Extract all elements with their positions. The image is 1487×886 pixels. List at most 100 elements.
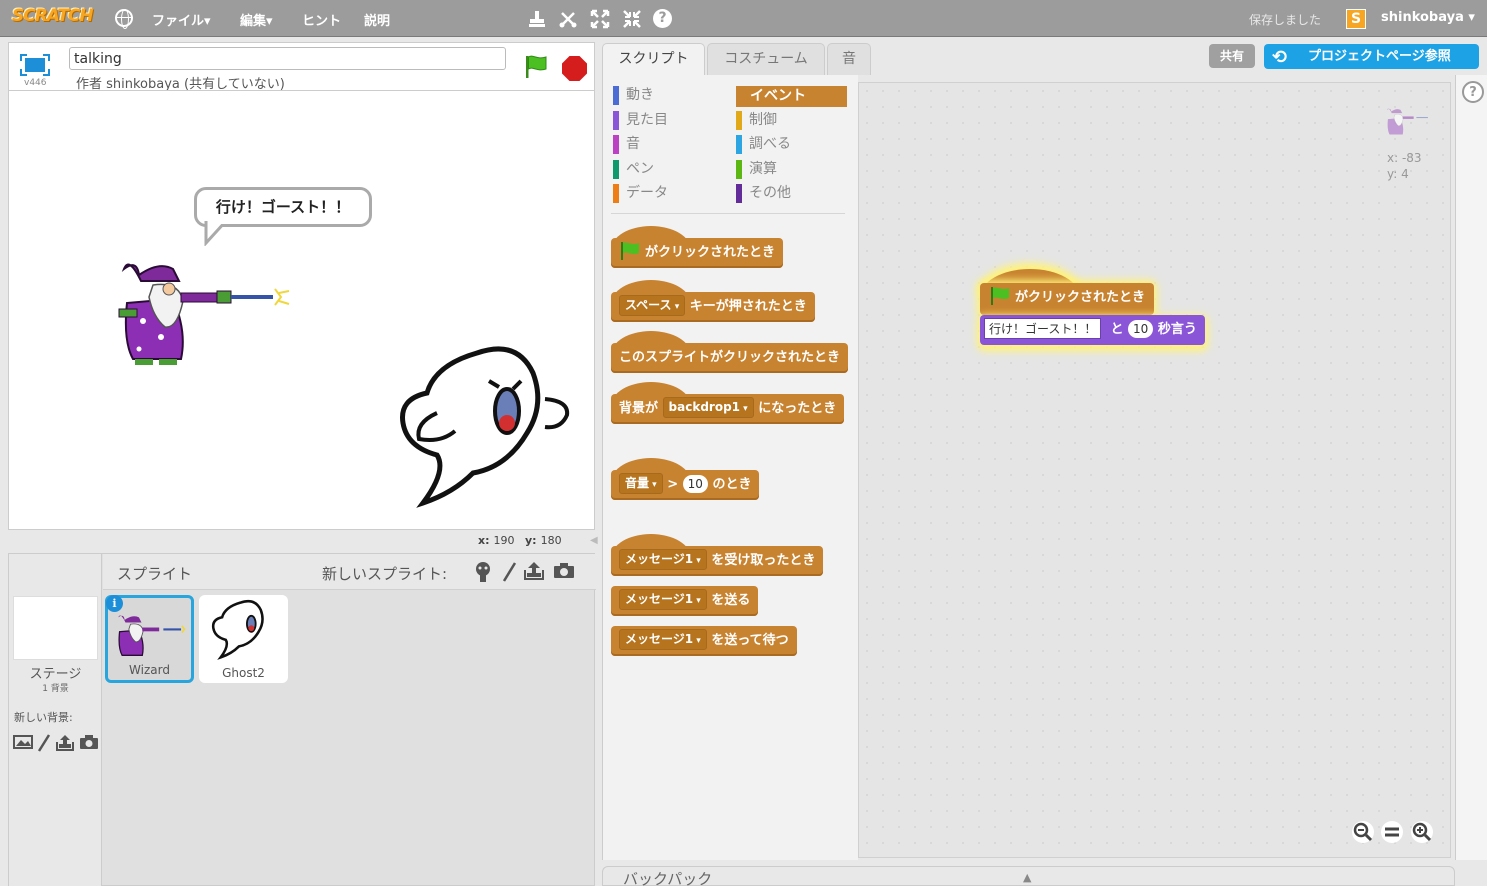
say-text-input[interactable]: 行け！ゴースト！！ bbox=[984, 318, 1102, 339]
category-pen[interactable]: ペン bbox=[613, 159, 723, 180]
language-globe-icon[interactable] bbox=[115, 9, 133, 29]
upload-backdrop-icon[interactable] bbox=[55, 734, 75, 756]
tab-costumes[interactable]: コスチューム bbox=[707, 43, 825, 75]
menu-edit[interactable]: 編集▾ bbox=[240, 10, 273, 29]
script-area[interactable]: x: -83 y: 4 bbox=[858, 82, 1451, 858]
zoom-reset-icon[interactable] bbox=[1381, 821, 1403, 843]
script-say-for-secs[interactable]: 行け！ゴースト！！ と 10 秒言う bbox=[980, 315, 1205, 345]
block-when-sprite-clicked[interactable]: このスプライトがクリックされたとき bbox=[611, 331, 849, 373]
zoom-out-icon[interactable] bbox=[1352, 821, 1374, 843]
menu-bar: SCRATCH ファイル▾ 編集▾ ヒント 説明 ? 保存しました S shin… bbox=[0, 0, 1487, 37]
new-sprite-label: 新しいスプライト: bbox=[322, 565, 448, 583]
camera-sprite-icon[interactable] bbox=[553, 561, 575, 584]
share-button[interactable]: 共有 bbox=[1209, 44, 1255, 68]
ghost-thumb-image bbox=[211, 599, 264, 660]
camera-backdrop-icon[interactable] bbox=[79, 734, 99, 754]
stage-label: ステージ bbox=[29, 667, 82, 682]
loudness-dropdown[interactable]: 音量 bbox=[619, 473, 663, 494]
category-sensing[interactable]: 調べる bbox=[736, 134, 846, 155]
category-more-blocks[interactable]: その他 bbox=[736, 183, 846, 204]
menu-file[interactable]: ファイル▾ bbox=[152, 10, 211, 29]
ghost-sprite[interactable] bbox=[397, 343, 577, 513]
new-backdrop-label: 新しい背景: bbox=[14, 711, 73, 724]
project-page-icon: ⟲ bbox=[1272, 47, 1288, 68]
version-label: v446 bbox=[24, 78, 47, 88]
stage-canvas[interactable]: 行け！ゴースト！！ bbox=[8, 90, 595, 530]
username-menu[interactable]: shinkobaya ▾ bbox=[1381, 10, 1475, 25]
current-sprite-ghost-image bbox=[1387, 108, 1428, 135]
category-events[interactable]: イベント bbox=[736, 86, 847, 107]
stage-thumbnail[interactable] bbox=[13, 596, 98, 660]
sprite-name: Wizard bbox=[129, 663, 170, 677]
green-flag-icon[interactable] bbox=[523, 54, 549, 80]
stage-column: ステージ 1 背景 新しい背景: bbox=[9, 554, 102, 886]
message-dropdown[interactable]: メッセージ1 bbox=[619, 549, 707, 570]
scratch-logo[interactable]: SCRATCH bbox=[12, 6, 94, 26]
block-broadcast[interactable]: メッセージ1 を送る bbox=[611, 586, 759, 616]
menu-tips[interactable]: ヒント bbox=[302, 10, 341, 29]
block-when-i-receive[interactable]: メッセージ1 を受け取ったとき bbox=[611, 534, 824, 576]
sprites-header: スプライト 新しいスプライト: bbox=[103, 554, 596, 590]
backdrop-dropdown[interactable]: backdrop1 bbox=[662, 397, 754, 418]
block-when-key-pressed[interactable]: スペース キーが押されたとき bbox=[611, 280, 815, 322]
duplicate-stamp-icon[interactable] bbox=[527, 9, 547, 29]
sprite-pane: ステージ 1 背景 新しい背景: スプライト 新しいスプライト: Wizard … bbox=[8, 553, 596, 886]
green-flag-icon bbox=[621, 241, 639, 260]
backpack-expand-icon[interactable]: ▲ bbox=[1023, 871, 1031, 884]
mouse-x-value: 190 bbox=[493, 534, 515, 547]
block-when-flag-clicked[interactable]: がクリックされたとき bbox=[611, 226, 784, 268]
info-icon[interactable]: i bbox=[106, 595, 123, 612]
block-help-icon[interactable]: ? bbox=[1462, 81, 1484, 103]
category-data[interactable]: データ bbox=[613, 183, 723, 204]
see-project-page-button[interactable]: ⟲ プロジェクトページ参照 bbox=[1264, 44, 1479, 69]
project-title-input[interactable] bbox=[69, 47, 506, 70]
stop-icon[interactable] bbox=[562, 56, 587, 81]
block-broadcast-and-wait[interactable]: メッセージ1 を送って待つ bbox=[611, 626, 797, 656]
shrink-icon[interactable] bbox=[622, 9, 642, 29]
tab-scripts[interactable]: スクリプト bbox=[602, 43, 705, 76]
delete-scissors-icon[interactable] bbox=[558, 9, 578, 29]
paint-backdrop-icon[interactable] bbox=[37, 734, 51, 756]
say-secs-input[interactable]: 10 bbox=[1128, 319, 1154, 338]
user-avatar[interactable]: S bbox=[1346, 9, 1366, 29]
help-icon[interactable]: ? bbox=[653, 9, 672, 28]
sprite-thumb-ghost2[interactable]: Ghost2 bbox=[199, 595, 288, 683]
mouse-y-value: 180 bbox=[540, 534, 562, 547]
sprite-x-readout: x: -83 bbox=[1387, 151, 1422, 165]
sprite-library-icon[interactable] bbox=[473, 561, 493, 588]
green-flag-icon bbox=[991, 286, 1009, 305]
block-when-backdrop-switches[interactable]: 背景が backdrop1 になったとき bbox=[611, 382, 845, 424]
backdrop-library-icon[interactable] bbox=[13, 734, 33, 754]
block-palette: 動き 見た目 音 ペン データ イベント 制御 調べる 演算 その他 がクリック… bbox=[602, 75, 858, 860]
category-sound[interactable]: 音 bbox=[613, 134, 723, 155]
tab-sounds[interactable]: 音 bbox=[827, 43, 871, 75]
key-dropdown[interactable]: スペース bbox=[619, 295, 686, 316]
stage-header: v446 作者 shinkobaya (共有していない) bbox=[8, 42, 595, 92]
palette-divider bbox=[611, 213, 845, 214]
sprite-name: Ghost2 bbox=[222, 666, 265, 680]
category-operators[interactable]: 演算 bbox=[736, 159, 846, 180]
wizard-sprite[interactable] bbox=[109, 241, 299, 371]
mouse-coordinates: x: 190 y: 180 bbox=[478, 534, 562, 547]
sprite-y-readout: y: 4 bbox=[1387, 167, 1409, 181]
backpack-panel[interactable]: バックパック ▲ bbox=[602, 866, 1455, 886]
script-area-sidebar: ? bbox=[1455, 75, 1487, 860]
block-when-loudness-gt[interactable]: 音量 > 10 のとき bbox=[611, 458, 760, 500]
sprites-title: スプライト bbox=[117, 565, 193, 583]
loudness-value-input[interactable]: 10 bbox=[682, 474, 708, 493]
script-when-flag-clicked[interactable]: がクリックされたとき bbox=[980, 283, 1155, 315]
upload-sprite-icon[interactable] bbox=[523, 561, 545, 586]
category-looks[interactable]: 見た目 bbox=[613, 110, 723, 131]
fullscreen-icon[interactable] bbox=[20, 54, 50, 76]
menu-about[interactable]: 説明 bbox=[364, 10, 390, 29]
message-dropdown[interactable]: メッセージ1 bbox=[619, 589, 707, 610]
category-control[interactable]: 制御 bbox=[736, 110, 846, 131]
grow-icon[interactable] bbox=[590, 9, 610, 29]
paint-sprite-icon[interactable] bbox=[501, 561, 517, 588]
message-dropdown[interactable]: メッセージ1 bbox=[619, 629, 707, 650]
collapse-stage-icon[interactable]: ◀ bbox=[590, 535, 602, 549]
category-motion[interactable]: 動き bbox=[613, 85, 723, 106]
zoom-in-icon[interactable] bbox=[1411, 821, 1433, 843]
backdrop-count: 1 背景 bbox=[42, 684, 69, 694]
wizard-thumb-image bbox=[118, 615, 186, 656]
